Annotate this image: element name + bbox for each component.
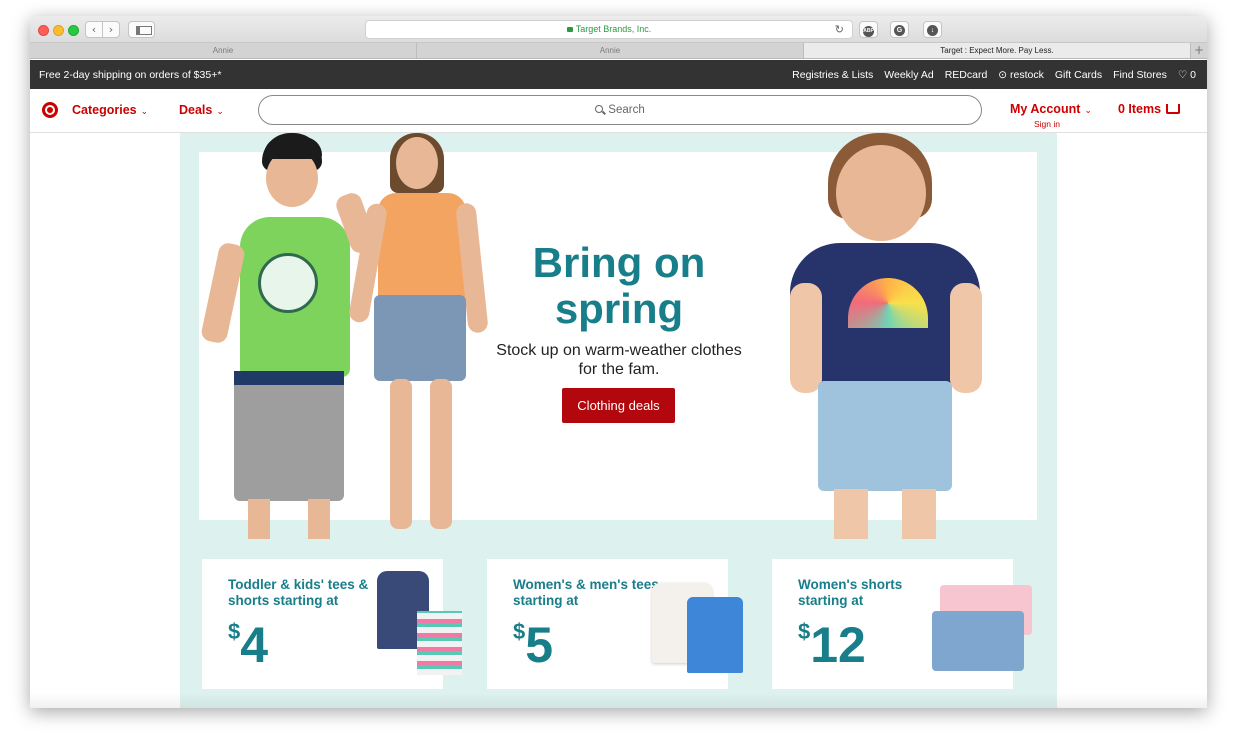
target-logo-icon[interactable] bbox=[42, 102, 58, 118]
search-placeholder: Search bbox=[608, 104, 645, 116]
utility-links: Registries & Lists Weekly Ad REDcard ⊙ r… bbox=[792, 69, 1196, 81]
hero-subtitle: Stock up on warm-weather clothes for the… bbox=[496, 342, 742, 378]
currency-symbol: $ bbox=[228, 619, 241, 644]
account-label: My Account bbox=[1010, 102, 1081, 116]
woman-model-image bbox=[347, 133, 490, 538]
cart-count: 0 Items bbox=[1118, 102, 1162, 116]
my-account-menu[interactable]: My Account ⌄ bbox=[1010, 102, 1092, 116]
registries-link[interactable]: Registries & Lists bbox=[792, 69, 873, 81]
chevron-down-icon: ⌄ bbox=[140, 107, 149, 117]
card-price: $12 bbox=[798, 617, 866, 673]
card-title: Women's shorts starting at bbox=[798, 577, 903, 608]
site-header: Categories ⌄ Deals ⌄ Search My Account ⌄ Si… bbox=[30, 89, 1207, 133]
forward-arrow-icon[interactable]: › bbox=[103, 22, 119, 37]
adblock-extension-icon[interactable]: ABP bbox=[859, 21, 878, 38]
reload-icon[interactable]: ↻ bbox=[835, 21, 844, 38]
address-bar[interactable]: Target Brands, Inc. ↻ bbox=[365, 20, 853, 39]
promo-stage: Bring on spring Stock up on warm-weather… bbox=[180, 133, 1057, 708]
grammarly-extension-icon[interactable]: G bbox=[890, 21, 909, 38]
back-arrow-icon[interactable]: ‹ bbox=[86, 22, 103, 37]
gift-cards-link[interactable]: Gift Cards bbox=[1055, 69, 1102, 81]
price-amount: 12 bbox=[810, 617, 866, 673]
favorites-link[interactable]: ♡ 0 bbox=[1178, 69, 1196, 81]
minimize-window-icon[interactable] bbox=[53, 25, 64, 36]
currency-symbol: $ bbox=[513, 619, 526, 644]
hero-title: Bring on spring bbox=[532, 239, 706, 332]
clothing-deals-button[interactable]: Clothing deals bbox=[562, 388, 675, 423]
grammarly-label: G bbox=[894, 25, 905, 36]
restock-link[interactable]: ⊙ restock bbox=[998, 69, 1044, 81]
browser-titlebar: ‹ › Target Brands, Inc. ↻ ABP G ↓ bbox=[30, 16, 1207, 43]
address-text: Target Brands, Inc. bbox=[575, 24, 652, 34]
price-amount: 4 bbox=[240, 617, 269, 673]
boy-model-image bbox=[199, 133, 379, 539]
denim-shorts-image bbox=[932, 611, 1024, 671]
cart-icon bbox=[1166, 104, 1181, 114]
price-amount: 5 bbox=[525, 617, 554, 673]
content-shade bbox=[30, 693, 1207, 708]
tab-bar: Annie Annie Target : Expect More. Pay Le… bbox=[30, 43, 1207, 59]
weekly-ad-link[interactable]: Weekly Ad bbox=[884, 69, 933, 81]
card-price: $5 bbox=[513, 617, 553, 673]
deals-label: Deals bbox=[179, 103, 213, 117]
card-price: $4 bbox=[228, 617, 268, 673]
browser-window: ‹ › Target Brands, Inc. ↻ ABP G ↓ Annie … bbox=[30, 16, 1207, 708]
shipping-promo[interactable]: Free 2-day shipping on orders of $35+* bbox=[39, 69, 221, 81]
deal-card-tees[interactable]: Women's & men's tees starting at $5 bbox=[487, 559, 743, 689]
currency-symbol: $ bbox=[798, 619, 811, 644]
promo-bar: Free 2-day shipping on orders of $35+* R… bbox=[30, 60, 1207, 89]
sign-in-link[interactable]: Sign in bbox=[1034, 119, 1060, 129]
lock-icon bbox=[566, 27, 573, 32]
card-title: Toddler & kids' tees & shorts starting a… bbox=[228, 577, 369, 608]
girl-model-image bbox=[770, 133, 1000, 539]
chevron-down-icon: ⌄ bbox=[216, 107, 224, 117]
history-nav: ‹ › bbox=[85, 21, 120, 38]
search-input[interactable]: Search bbox=[258, 95, 982, 125]
adblock-label: ABP bbox=[863, 26, 874, 37]
chevron-down-icon: ⌄ bbox=[1084, 106, 1092, 116]
close-window-icon[interactable] bbox=[38, 25, 49, 36]
categories-menu[interactable]: Categories ⌄ bbox=[72, 103, 148, 117]
search-icon bbox=[595, 105, 604, 113]
redcard-link[interactable]: REDcard bbox=[945, 69, 988, 81]
deals-menu[interactable]: Deals ⌄ bbox=[179, 103, 224, 117]
cart-button[interactable]: 0 Items bbox=[1118, 102, 1181, 116]
tab-annie-1[interactable]: Annie bbox=[30, 43, 417, 58]
download-label: ↓ bbox=[927, 25, 938, 36]
tab-annie-2[interactable]: Annie bbox=[417, 43, 804, 58]
tab-target[interactable]: Target : Expect More. Pay Less. bbox=[804, 43, 1191, 58]
new-tab-icon[interactable]: + bbox=[1191, 43, 1207, 58]
main-content: Bring on spring Stock up on warm-weather… bbox=[30, 133, 1207, 708]
find-stores-link[interactable]: Find Stores bbox=[1113, 69, 1167, 81]
zoom-window-icon[interactable] bbox=[68, 25, 79, 36]
deal-card-kids[interactable]: Toddler & kids' tees & shorts starting a… bbox=[202, 559, 462, 689]
card-title: Women's & men's tees starting at bbox=[513, 577, 659, 608]
kids-shorts-image bbox=[417, 611, 462, 675]
categories-label: Categories bbox=[72, 103, 137, 117]
blue-tee-image bbox=[687, 597, 743, 673]
deal-card-shorts[interactable]: Women's shorts starting at $12 bbox=[772, 559, 1032, 689]
sidebar-toggle-icon[interactable] bbox=[128, 21, 155, 38]
download-icon[interactable]: ↓ bbox=[923, 21, 942, 38]
